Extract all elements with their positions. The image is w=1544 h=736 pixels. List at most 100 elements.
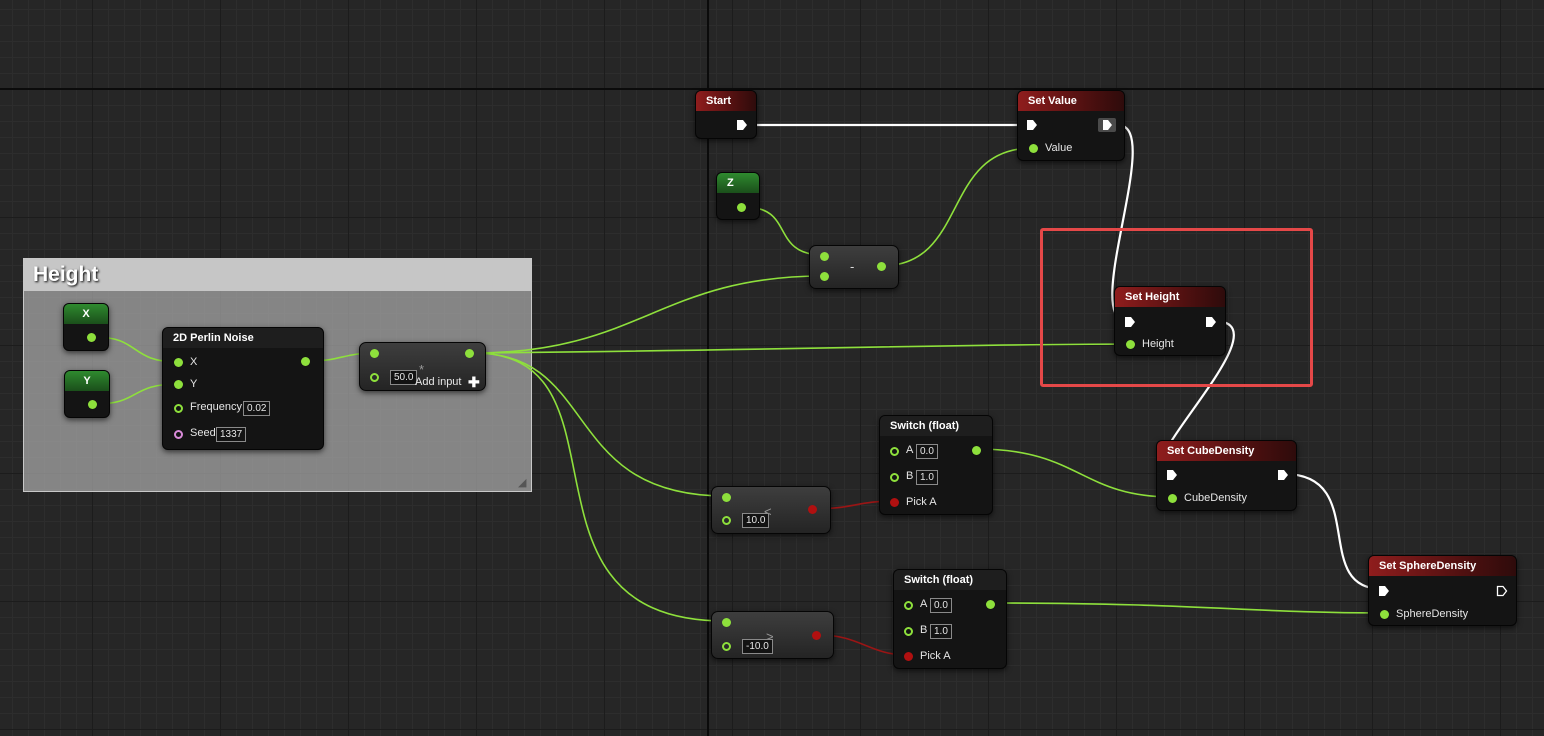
variable-node-x[interactable]: X bbox=[63, 303, 109, 351]
output-pin[interactable] bbox=[301, 357, 310, 366]
input-pin-b[interactable] bbox=[820, 272, 829, 281]
input-pin-b[interactable] bbox=[370, 373, 379, 382]
output-pin[interactable] bbox=[972, 446, 981, 455]
less-than-node[interactable]: < 10.0 bbox=[711, 486, 831, 534]
variable-node-z[interactable]: Z bbox=[716, 172, 760, 220]
pin-label-seed: Seed bbox=[190, 427, 216, 439]
node-title: Z bbox=[717, 173, 759, 193]
pin-label-pick-a: Pick A bbox=[920, 650, 951, 662]
resize-grip-icon[interactable]: ◢ bbox=[518, 478, 528, 489]
pin-label-b: B bbox=[920, 624, 928, 636]
pin-label-cube-density: CubeDensity bbox=[1184, 492, 1247, 504]
node-title: Switch (float) bbox=[894, 570, 1006, 590]
node-title: Switch (float) bbox=[880, 416, 992, 436]
switch-float-node-2[interactable]: Switch (float) A 0.0 B 1.0 Pick A bbox=[893, 569, 1007, 669]
set-value-node[interactable]: Set Value Value bbox=[1017, 90, 1125, 161]
comment-box-title[interactable]: Height bbox=[24, 259, 531, 291]
frequency-value-field[interactable]: 0.02 bbox=[243, 401, 271, 416]
input-pin-a[interactable] bbox=[370, 349, 379, 358]
b-value-field[interactable]: 1.0 bbox=[930, 624, 952, 639]
exec-input-pin-icon[interactable] bbox=[1378, 585, 1390, 597]
input-pin-y[interactable] bbox=[174, 380, 183, 389]
input-pin-b[interactable] bbox=[722, 642, 731, 651]
input-pin-frequency[interactable] bbox=[174, 404, 183, 413]
output-pin[interactable] bbox=[737, 203, 746, 212]
input-pin-pick-a[interactable] bbox=[904, 652, 913, 661]
exec-output-pin-icon[interactable] bbox=[1098, 118, 1116, 132]
greater-than-node[interactable]: > -10.0 bbox=[711, 611, 834, 659]
exec-input-pin-icon[interactable] bbox=[1124, 316, 1136, 328]
pin-label-x: X bbox=[190, 356, 198, 368]
wire-multiply-to-set-height bbox=[473, 343, 1131, 354]
b-value-field[interactable]: 50.0 bbox=[390, 370, 418, 385]
pin-label-value: Value bbox=[1045, 142, 1073, 154]
input-pin-a[interactable] bbox=[722, 618, 731, 627]
subtract-node[interactable]: - bbox=[809, 245, 899, 289]
variable-node-y[interactable]: Y bbox=[64, 370, 110, 418]
pin-label-a: A bbox=[906, 444, 914, 456]
node-title: Set Height bbox=[1115, 287, 1225, 307]
input-pin-a[interactable] bbox=[904, 601, 913, 610]
input-pin-a[interactable] bbox=[722, 493, 731, 502]
wire-switch1-to-cube bbox=[976, 448, 1174, 498]
seed-value-field[interactable]: 1337 bbox=[216, 427, 247, 442]
input-pin-a[interactable] bbox=[890, 447, 899, 456]
exec-input-pin-icon[interactable] bbox=[1166, 469, 1178, 481]
exec-output-pin-icon[interactable] bbox=[736, 119, 748, 131]
exec-input-pin-icon[interactable] bbox=[1026, 119, 1038, 131]
pin-label-a: A bbox=[920, 598, 928, 610]
switch-float-node-1[interactable]: Switch (float) A 0.0 B 1.0 Pick A bbox=[879, 415, 993, 515]
wire-switch2-to-sphere bbox=[990, 602, 1385, 614]
pin-label-height: Height bbox=[1142, 338, 1174, 350]
output-pin[interactable] bbox=[88, 400, 97, 409]
b-value-field[interactable]: 10.0 bbox=[742, 513, 770, 528]
pin-label-frequency: Frequency bbox=[190, 401, 242, 413]
set-sphere-density-node[interactable]: Set SphereDensity SphereDensity bbox=[1368, 555, 1517, 626]
exec-output-pin-icon[interactable] bbox=[1496, 585, 1508, 597]
set-height-node[interactable]: Set Height Height bbox=[1114, 286, 1226, 356]
exec-output-pin-icon[interactable] bbox=[1205, 316, 1217, 328]
pin-label-y: Y bbox=[190, 378, 198, 390]
set-cube-density-node[interactable]: Set CubeDensity CubeDensity bbox=[1156, 440, 1297, 511]
pin-label-b: B bbox=[906, 470, 914, 482]
operator-symbol: - bbox=[850, 259, 855, 274]
a-value-field[interactable]: 0.0 bbox=[930, 598, 952, 613]
multiply-node[interactable]: * 50.0 Add input ✚ bbox=[359, 342, 486, 391]
blueprint-graph-canvas[interactable]: Height ◢ X Y 2D Perlin Noise X Y Frequen… bbox=[0, 0, 1544, 736]
output-pin[interactable] bbox=[808, 505, 817, 514]
add-input-plus-icon[interactable]: ✚ bbox=[468, 375, 480, 389]
add-input-label[interactable]: Add input bbox=[415, 376, 461, 389]
input-pin-height[interactable] bbox=[1126, 340, 1135, 349]
start-node[interactable]: Start bbox=[695, 90, 757, 139]
node-title: Y bbox=[65, 371, 109, 391]
b-value-field[interactable]: 1.0 bbox=[916, 470, 938, 485]
output-pin[interactable] bbox=[465, 349, 474, 358]
output-pin[interactable] bbox=[812, 631, 821, 640]
operator-symbol: * bbox=[419, 362, 425, 377]
input-pin-seed[interactable] bbox=[174, 430, 183, 439]
node-title: 2D Perlin Noise bbox=[163, 328, 323, 348]
input-pin-pick-a[interactable] bbox=[890, 498, 899, 507]
input-pin-x[interactable] bbox=[174, 358, 183, 367]
node-title: Set SphereDensity bbox=[1369, 556, 1516, 576]
node-title: Set CubeDensity bbox=[1157, 441, 1296, 461]
input-pin-value[interactable] bbox=[1029, 144, 1038, 153]
node-title: Start bbox=[696, 91, 756, 111]
perlin-noise-node[interactable]: 2D Perlin Noise X Y Frequency 0.02 Seed … bbox=[162, 327, 324, 450]
exec-output-pin-icon[interactable] bbox=[1277, 469, 1289, 481]
output-pin[interactable] bbox=[986, 600, 995, 609]
input-pin-a[interactable] bbox=[820, 252, 829, 261]
input-pin-cube-density[interactable] bbox=[1168, 494, 1177, 503]
graph-origin-horizontal-axis bbox=[0, 88, 1544, 90]
a-value-field[interactable]: 0.0 bbox=[916, 444, 938, 459]
input-pin-b[interactable] bbox=[890, 473, 899, 482]
input-pin-sphere-density[interactable] bbox=[1380, 610, 1389, 619]
input-pin-b[interactable] bbox=[722, 516, 731, 525]
node-title: X bbox=[64, 304, 108, 324]
node-title: Set Value bbox=[1018, 91, 1124, 111]
wire-subtract-to-set-value bbox=[880, 147, 1034, 267]
b-value-field[interactable]: -10.0 bbox=[742, 639, 773, 654]
output-pin[interactable] bbox=[87, 333, 96, 342]
input-pin-b[interactable] bbox=[904, 627, 913, 636]
output-pin[interactable] bbox=[877, 262, 886, 271]
